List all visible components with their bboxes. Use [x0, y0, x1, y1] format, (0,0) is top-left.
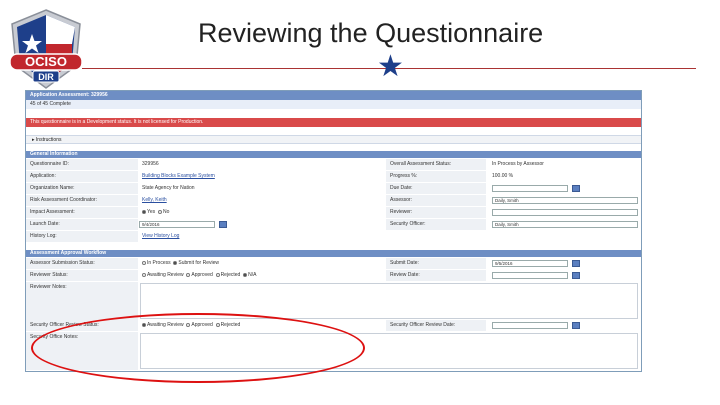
- due-date-input[interactable]: [492, 185, 568, 192]
- star-icon: ★: [377, 50, 404, 83]
- organization-name-value: State Agency for Nation: [142, 185, 195, 191]
- assessor-label: Assessor:: [386, 195, 486, 206]
- in-process-radio[interactable]: [142, 260, 146, 265]
- submit-date-input[interactable]: 9/5/2016: [492, 260, 568, 267]
- application-label: Application:: [26, 171, 138, 182]
- organization-name-label: Organization Name:: [26, 183, 138, 194]
- impact-yes-label: Yes: [147, 209, 156, 215]
- awaiting-review-radio[interactable]: [142, 272, 146, 277]
- rejected-label: Rejected: [220, 272, 241, 278]
- na-radio[interactable]: [243, 272, 248, 277]
- submit-for-review-radio[interactable]: [173, 260, 178, 265]
- na-label: N/A: [248, 272, 257, 278]
- application-link[interactable]: Building Blocks Example System: [138, 171, 215, 182]
- development-warning: This questionnaire is in a Development s…: [26, 118, 641, 127]
- reviewer-notes-label: Reviewer Notes:: [26, 282, 138, 320]
- security-officer-review-date-label: Security Officer Review Date:: [386, 320, 486, 331]
- logo-text-ociso: OCISO: [25, 54, 67, 69]
- history-log-label: History Log:: [26, 231, 138, 242]
- approval-workflow-header: Assessment Approval Workflow: [26, 250, 641, 257]
- security-officer-input[interactable]: Daily, Smith: [492, 221, 638, 228]
- launch-date-input[interactable]: 9/4/2016: [139, 221, 215, 228]
- launch-date-label: Launch Date:: [26, 219, 138, 230]
- impact-assessment-radios: Yes No: [138, 207, 169, 218]
- impact-assessment-label: Impact Assessment:: [26, 207, 138, 218]
- awaiting-review-label: Awaiting Review: [147, 272, 184, 278]
- view-history-log-link[interactable]: View History Log: [138, 231, 179, 242]
- reviewer-label: Reviewer:: [386, 207, 486, 218]
- overall-status-value: In Process by Assessor: [492, 161, 544, 167]
- calendar-icon[interactable]: [572, 322, 580, 329]
- instructions-toggle[interactable]: ▸ Instructions: [26, 135, 641, 144]
- questionnaire-id-label: Questionnaire ID:: [26, 159, 138, 170]
- approved-radio[interactable]: [186, 272, 191, 277]
- general-information-header: General Information: [26, 151, 641, 158]
- rejected-radio[interactable]: [215, 272, 220, 277]
- instructions-label: Instructions: [35, 137, 62, 143]
- calendar-icon[interactable]: [572, 272, 580, 279]
- review-date-input[interactable]: [492, 272, 568, 279]
- progress-percent-label: Progress %:: [386, 171, 486, 182]
- logo-text-dir: DIR: [38, 72, 54, 82]
- calendar-icon[interactable]: [572, 185, 580, 192]
- assessor-input[interactable]: Daily, Smith: [492, 197, 638, 204]
- reviewer-input[interactable]: [492, 209, 638, 216]
- submit-for-review-label: Submit for Review: [178, 260, 219, 266]
- questionnaire-id-value: 329956: [142, 161, 159, 167]
- reviewer-status-radios: Awaiting Review Approved Rejected N/A: [138, 270, 256, 281]
- calendar-icon[interactable]: [572, 260, 580, 267]
- highlight-ellipse: [31, 313, 365, 383]
- review-date-label: Review Date:: [386, 270, 486, 281]
- progress-percent-value: 100.00 %: [492, 173, 514, 179]
- due-date-label: Due Date:: [386, 183, 486, 194]
- progress-text: 45 of 45 Complete: [26, 100, 641, 109]
- overall-status-label: Overall Assessment Status:: [386, 159, 486, 170]
- assessment-header: Application Assessment: 329956: [26, 91, 641, 100]
- approved-label: Approved: [191, 272, 213, 278]
- in-process-label: In Process: [147, 260, 171, 266]
- submit-date-label: Submit Date:: [386, 258, 486, 269]
- risk-coordinator-link[interactable]: Kelly, Keith: [138, 195, 167, 206]
- impact-no-label: No: [162, 209, 170, 215]
- reviewer-status-label: Reviewer Status:: [26, 270, 138, 281]
- impact-no-radio[interactable]: [157, 209, 162, 214]
- risk-coordinator-label: Risk Assessment Coordinator:: [26, 195, 138, 206]
- security-officer-label: Security Officer:: [386, 219, 486, 230]
- assessor-submission-status-label: Assessor Submission Status:: [26, 258, 138, 269]
- security-officer-review-date-input[interactable]: [492, 322, 568, 329]
- assessor-submission-radios: In Process Submit for Review: [138, 258, 219, 269]
- ociso-dir-logo: OCISO DIR: [9, 9, 83, 89]
- slide-title: Reviewing the Questionnaire: [198, 18, 544, 48]
- impact-yes-radio[interactable]: [142, 209, 146, 214]
- calendar-icon[interactable]: [219, 221, 227, 228]
